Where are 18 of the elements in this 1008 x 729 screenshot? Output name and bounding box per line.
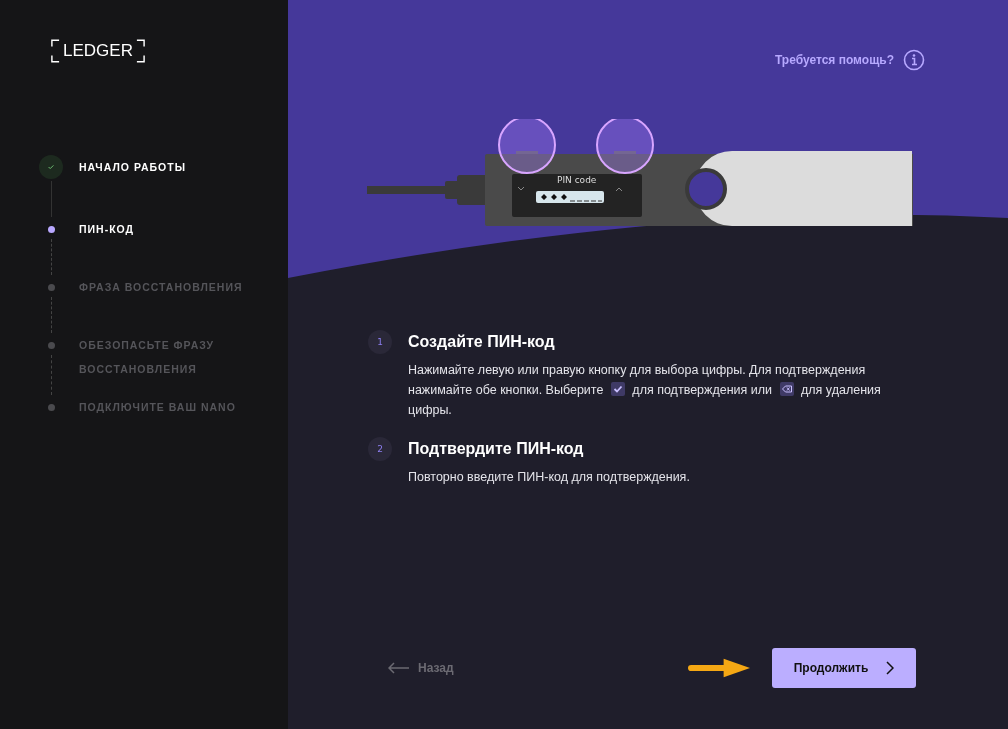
instruction-text: Нажимайте левую или правую кнопку для выбора цифры. Для подтверждения нажимайте обе кнопки. Выберите для подтверждения или для удаления цифры. bbox=[408, 362, 882, 419]
back-button[interactable]: Назад bbox=[388, 661, 454, 675]
step-label: ПОДКЛЮЧИТЕ ВАШ NANO bbox=[79, 400, 237, 415]
instruction-text: Повторно введите ПИН-код для подтверждения. bbox=[408, 469, 691, 486]
step-label: ФРАЗА ВОССТАНОВЛЕНИЯ bbox=[79, 280, 244, 295]
arrow-left-icon bbox=[388, 662, 410, 674]
help-link[interactable]: Требуется помощь? bbox=[774, 53, 894, 67]
instruction-title: Подтвердите ПИН-код bbox=[408, 439, 585, 459]
ledger-logo: LEDGER bbox=[51, 38, 145, 64]
info-icon[interactable] bbox=[903, 49, 925, 71]
instruction-title: Создайте ПИН-код bbox=[408, 332, 556, 352]
step-label: ОБЕЗОПАСЬТЕ ФРАЗУ ВОССТАНОВЛЕНИЯ bbox=[79, 338, 215, 377]
device-screen-title: PIN code bbox=[557, 175, 597, 185]
step-label: НАЧАЛО РАБОТЫ bbox=[79, 160, 187, 175]
step-label: ПИН-КОД bbox=[79, 222, 136, 237]
arrow-icon bbox=[688, 658, 750, 678]
continue-button[interactable]: Продолжить bbox=[772, 648, 916, 688]
chevron-right-icon bbox=[886, 661, 895, 675]
